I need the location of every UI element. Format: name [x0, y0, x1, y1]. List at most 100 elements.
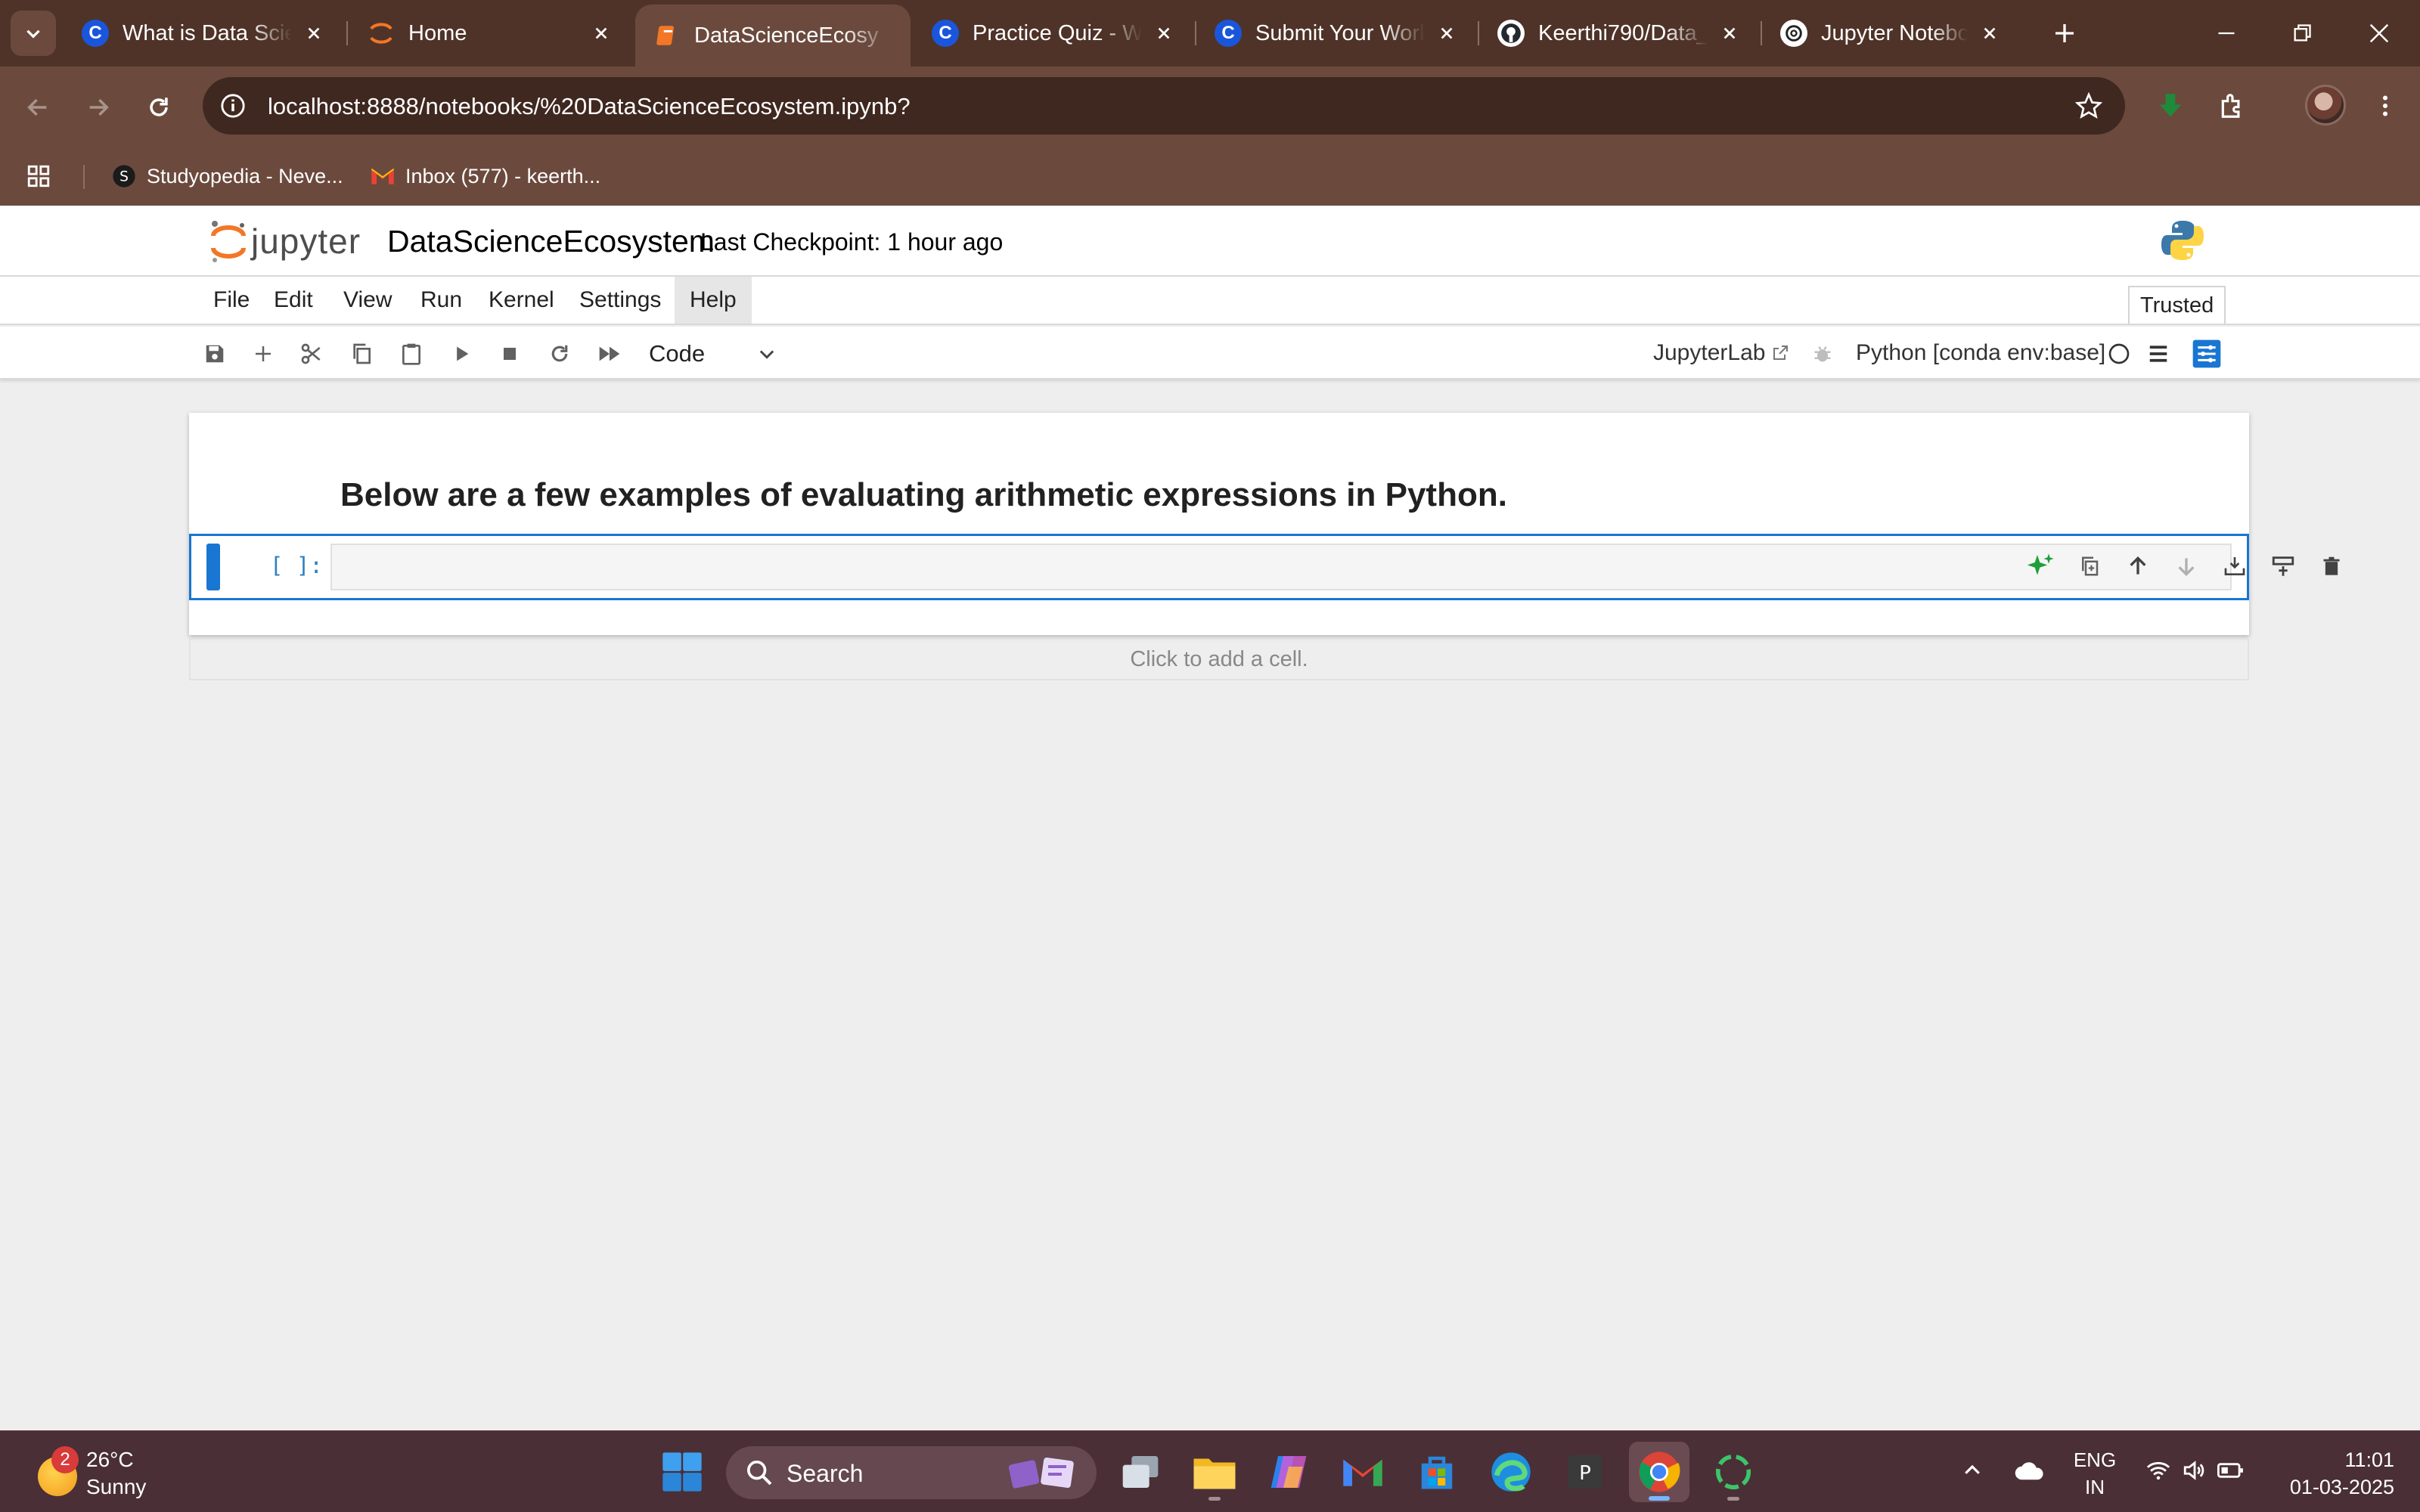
move-cell-up-button[interactable]: [2120, 548, 2156, 584]
restart-run-all-button[interactable]: [591, 336, 628, 372]
duplicate-cell-button[interactable]: [2071, 548, 2108, 584]
task-view-icon: [1122, 1456, 1159, 1488]
task-view-button[interactable]: [1110, 1442, 1171, 1502]
insert-cell-button[interactable]: [245, 336, 281, 372]
file-explorer-button[interactable]: [1184, 1442, 1245, 1502]
menu-file[interactable]: File: [198, 277, 265, 324]
tab-search-button[interactable]: [11, 11, 56, 56]
close-icon[interactable]: [1435, 22, 1458, 45]
markdown-cell-text[interactable]: Below are a few examples of evaluating a…: [340, 476, 1507, 514]
copilot-button[interactable]: [1258, 1442, 1319, 1502]
show-hidden-icons-button[interactable]: [1954, 1452, 1990, 1489]
browser-tab[interactable]: C Practice Quiz - Wa: [914, 0, 1193, 67]
gmail-taskbar-button[interactable]: [1333, 1442, 1393, 1502]
wifi-icon[interactable]: [2140, 1452, 2176, 1489]
onedrive-icon[interactable]: [2012, 1452, 2048, 1489]
chrome-button[interactable]: [1629, 1442, 1689, 1502]
window-close-button[interactable]: [2341, 0, 2417, 67]
bookmarks-bar: S Studyopedia - Neve... Inbox (577) - ke…: [0, 148, 2420, 206]
menu-settings[interactable]: Settings: [564, 277, 676, 324]
browser-tab[interactable]: C Submit Your Work: [1196, 0, 1476, 67]
browser-toolbar: localhost:8888/notebooks/%20DataScienceE…: [0, 67, 2420, 148]
bookmark-star-icon[interactable]: [2072, 89, 2105, 122]
start-button[interactable]: [652, 1442, 712, 1502]
jupyter-logo[interactable]: jupyter: [209, 215, 368, 268]
paste-button[interactable]: [393, 336, 430, 372]
notebook-title[interactable]: DataScienceEcosystem: [387, 224, 715, 259]
loading-app-button[interactable]: [1703, 1442, 1764, 1502]
browser-tab[interactable]: Jupyter Notebook: [1762, 0, 2019, 67]
close-icon[interactable]: [1153, 22, 1175, 45]
insert-cell-above-button[interactable]: [2217, 548, 2253, 584]
svg-text:P: P: [1579, 1462, 1591, 1485]
close-icon[interactable]: [1718, 22, 1741, 45]
browser-tab-active[interactable]: DataScienceEcosy: [635, 5, 911, 67]
kernel-name[interactable]: Python [conda env:base]: [1856, 340, 2105, 366]
browser-menu-icon[interactable]: [2364, 85, 2406, 127]
bookmark-item[interactable]: Inbox (577) - keerth...: [371, 157, 600, 195]
browser-tab-strip: C What is Data Scien Home DataScienceEco…: [0, 0, 2420, 67]
system-clock[interactable]: 11:01 01-03-2025: [2261, 1446, 2394, 1501]
url-text[interactable]: localhost:8888/notebooks/%20DataScienceE…: [268, 93, 911, 120]
minimize-button[interactable]: [2189, 0, 2264, 67]
delete-cell-button[interactable]: [2313, 548, 2350, 584]
new-tab-button[interactable]: [2045, 14, 2084, 53]
close-icon[interactable]: [590, 22, 613, 45]
open-jupyterlab-link[interactable]: JupyterLab: [1653, 340, 1789, 366]
edge-button[interactable]: [1481, 1442, 1541, 1502]
browser-tab[interactable]: Home: [349, 0, 631, 67]
close-icon[interactable]: [302, 22, 325, 45]
cell-collapser[interactable]: [206, 544, 220, 590]
extensions-icon[interactable]: [2211, 85, 2254, 127]
chrome-icon: [1639, 1452, 1680, 1492]
coursera-icon: C: [82, 20, 109, 47]
reload-button[interactable]: [141, 89, 177, 125]
property-inspector-button[interactable]: [2189, 336, 2225, 372]
taskbar-search[interactable]: Search: [726, 1446, 1097, 1499]
browser-tab[interactable]: C What is Data Scien: [64, 0, 343, 67]
code-editor[interactable]: [330, 544, 2340, 590]
code-cell[interactable]: [ ]:: [189, 534, 2340, 600]
forward-button[interactable]: [80, 89, 116, 125]
download-extension-icon[interactable]: [2149, 85, 2192, 127]
debugger-button[interactable]: [1804, 336, 1841, 372]
stop-icon: [504, 348, 516, 360]
menu-edit[interactable]: Edit: [259, 277, 328, 324]
jupyter-logo-icon: [211, 221, 246, 262]
insert-cell-below-button[interactable]: [2265, 548, 2301, 584]
interrupt-kernel-button[interactable]: [492, 336, 528, 372]
cell-type-select[interactable]: Code: [649, 336, 785, 372]
move-cell-down-button[interactable]: [2168, 548, 2204, 584]
address-bar[interactable]: localhost:8888/notebooks/%20DataScienceE…: [203, 77, 2125, 135]
menu-run[interactable]: Run: [405, 277, 477, 324]
github-icon: [1497, 20, 1525, 47]
browser-tab[interactable]: Keerthi790/Data_S: [1479, 0, 1759, 67]
apps-grid-button[interactable]: [26, 157, 51, 195]
language-indicator[interactable]: ENG IN: [2069, 1446, 2121, 1501]
bookmark-item[interactable]: S Studyopedia - Neve...: [112, 157, 343, 195]
add-cell-area[interactable]: Click to add a cell.: [189, 638, 2249, 680]
trusted-indicator[interactable]: Trusted: [2128, 286, 2226, 324]
menu-help[interactable]: Help: [675, 277, 752, 324]
table-of-contents-button[interactable]: [2140, 336, 2176, 372]
weather-widget[interactable]: 2 26°C Sunny: [30, 1445, 189, 1502]
save-button[interactable]: [197, 336, 233, 372]
pycharm-button[interactable]: P: [1555, 1442, 1615, 1502]
menu-kernel[interactable]: Kernel: [473, 277, 569, 324]
site-info-icon[interactable]: [216, 89, 250, 122]
tab-separator: [346, 21, 348, 45]
copy-button[interactable]: [343, 336, 380, 372]
notebook-panel: Below are a few examples of evaluating a…: [189, 413, 2340, 635]
restart-kernel-button[interactable]: [541, 336, 578, 372]
back-button[interactable]: [20, 89, 56, 125]
ai-assist-button[interactable]: [2023, 548, 2059, 584]
menu-view[interactable]: View: [328, 277, 407, 324]
microsoft-store-button[interactable]: [1407, 1442, 1467, 1502]
battery-icon[interactable]: [2213, 1452, 2249, 1489]
run-cell-button[interactable]: [443, 336, 479, 372]
cut-button[interactable]: [293, 336, 330, 372]
close-icon[interactable]: [1978, 22, 2001, 45]
volume-icon[interactable]: [2176, 1452, 2213, 1489]
restore-button[interactable]: [2264, 0, 2340, 67]
profile-avatar[interactable]: [2305, 85, 2346, 125]
